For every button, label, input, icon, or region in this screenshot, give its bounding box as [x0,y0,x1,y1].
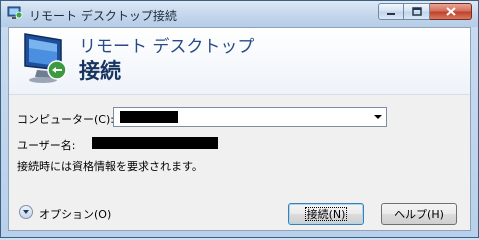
close-button[interactable] [430,3,472,20]
remote-desktop-window: リモート デスクトップ接続 リモート デスクトップ 接続 コンピューター(C):… [0,0,479,238]
credentials-info-text: 接続時には資格情報を要求されます。 [17,160,203,173]
options-toggle[interactable]: オプション(O) [39,206,111,222]
redacted-username [92,137,218,149]
minimize-button[interactable] [378,3,404,20]
minimize-icon [387,12,395,15]
connect-label: 接続(N) [302,204,351,224]
connect-button[interactable]: 接続(N) [288,203,364,225]
connection-form: コンピューター(C): ユーザー名: 接続時には資格情報を要求されます。 オプシ… [9,95,470,230]
remote-desktop-icon [7,6,23,19]
username-label: ユーザー名: [17,139,76,152]
close-icon [445,7,456,16]
help-label: ヘルプ(H) [394,208,444,221]
maximize-button[interactable] [404,3,430,20]
redacted-computer-name [120,111,178,123]
banner-title: リモート デスクトップ [79,37,255,57]
options-expand-icon[interactable] [19,205,33,219]
computer-monitor-icon [24,33,67,83]
computer-label: コンピューター(C): [17,113,114,126]
chevron-down-icon[interactable] [374,115,382,119]
banner: リモート デスクトップ 接続 [9,28,470,95]
maximize-icon [411,7,422,16]
computer-combobox[interactable] [113,107,387,127]
window-controls [378,3,472,21]
window-title: リモート デスクトップ接続 [29,9,177,23]
dialog-client-area: リモート デスクトップ 接続 コンピューター(C): ユーザー名: 接続時には資… [8,27,471,231]
banner-subtitle: 接続 [79,59,121,83]
title-bar[interactable]: リモート デスクトップ接続 [1,1,478,27]
help-button[interactable]: ヘルプ(H) [381,203,457,225]
